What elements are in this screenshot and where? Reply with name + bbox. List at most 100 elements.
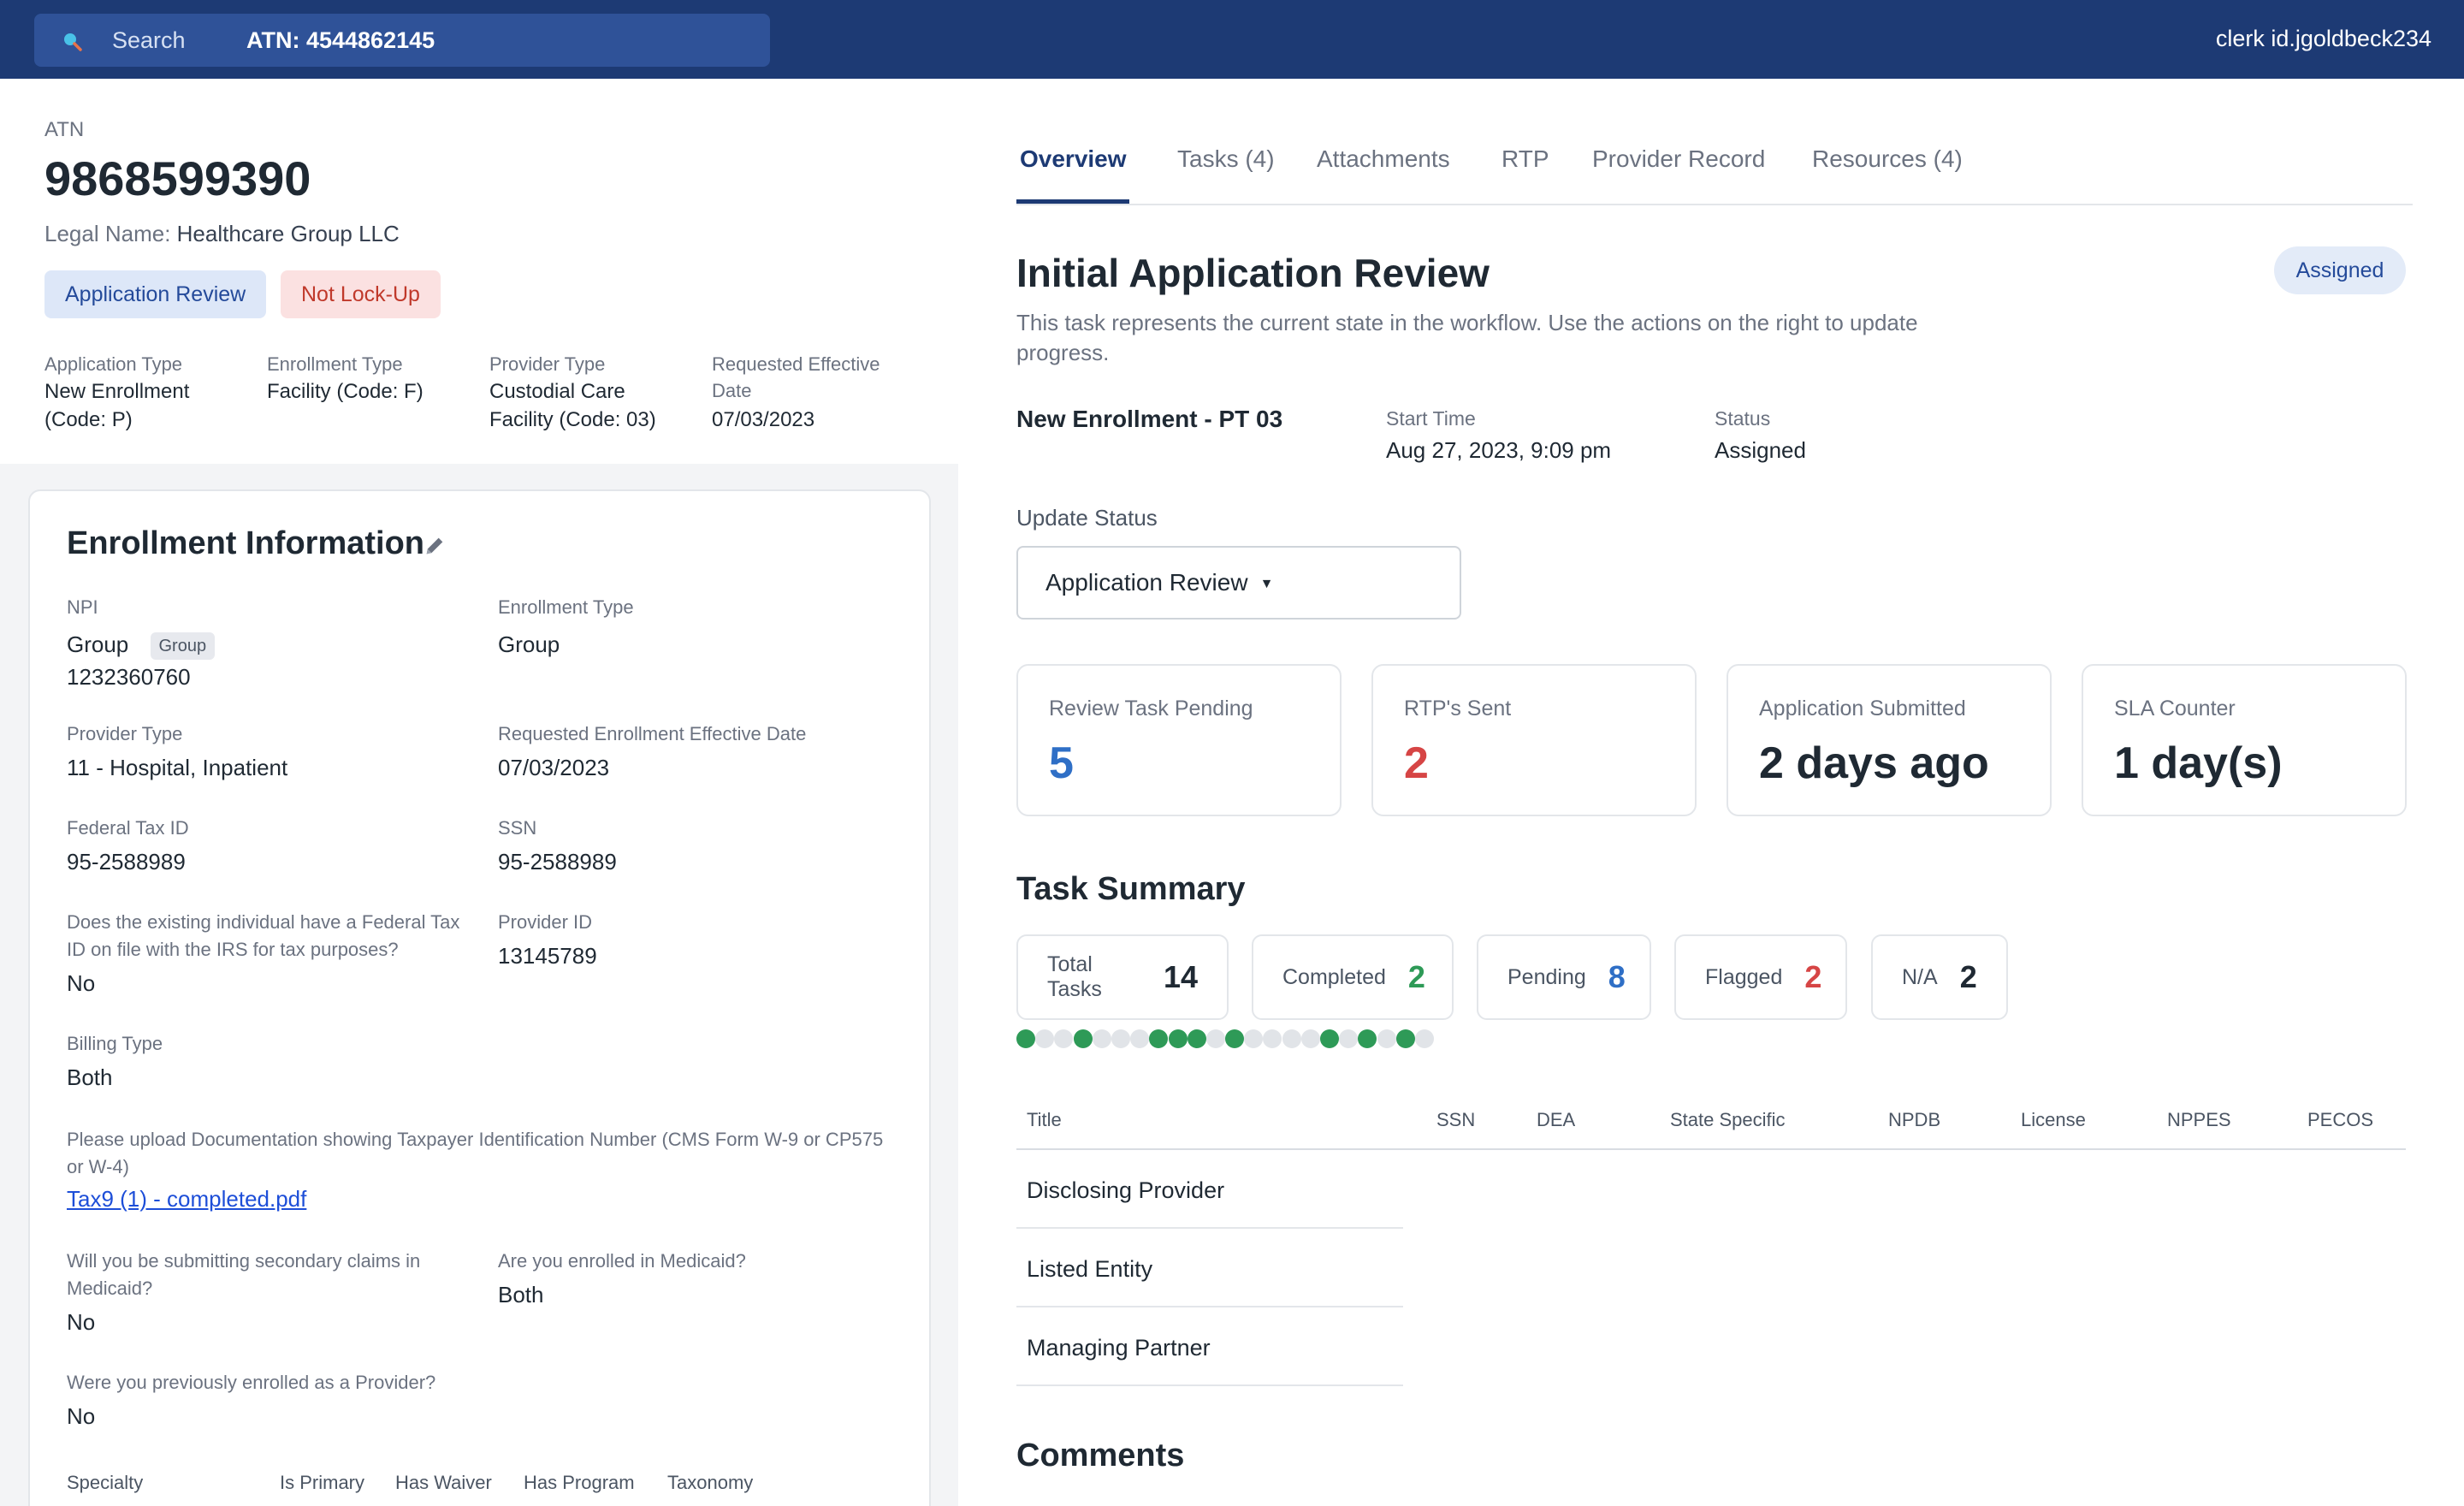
tab-provider-record[interactable]: Provider Record: [1592, 145, 1765, 173]
progress-dot-complete: [1395, 1029, 1415, 1048]
count-na: N/A 2: [1871, 934, 2008, 1020]
stat-value: 1 day(s): [2114, 738, 2283, 788]
progress-dot-pending: [1244, 1029, 1264, 1048]
stat-value: 2 days ago: [1759, 738, 1989, 788]
has-waiver-header: Has Waiver: [395, 1472, 492, 1493]
field-label: Requested Enrollment Effective Date: [498, 723, 807, 744]
tab-overview[interactable]: Overview: [1020, 145, 1127, 173]
table-row[interactable]: Managing Partner: [1027, 1335, 1211, 1361]
field-value: Group: [498, 631, 560, 657]
count-label: Pending: [1507, 964, 1586, 989]
field-label: Please upload Documentation showing Taxp…: [67, 1129, 884, 1177]
enrollment-information-title: Enrollment Information: [67, 525, 424, 561]
billing-type-field: Billing Type Both: [67, 1030, 477, 1094]
taxonomy-header: Taxonomy: [667, 1472, 754, 1493]
progress-dot-complete: [1149, 1029, 1169, 1048]
update-status-label: Update Status: [1016, 505, 1158, 531]
count-flagged: Flagged 2: [1674, 934, 1847, 1020]
task-progress-dots: [1016, 1029, 1434, 1050]
field-value: 07/03/2023: [712, 408, 815, 431]
table-row[interactable]: Listed Entity: [1027, 1256, 1152, 1283]
field-value: Facility (Code: F): [267, 380, 424, 403]
requested-date-field: Requested Enrollment Effective Date 07/0…: [498, 720, 909, 784]
tab-resources[interactable]: Resources (4): [1812, 145, 1963, 173]
start-time: Start Time Aug 27, 2023, 9:09 pm: [1386, 404, 1611, 467]
count-pending: Pending 8: [1477, 934, 1651, 1020]
is-primary-header: Is Primary: [280, 1472, 364, 1493]
count-value: 2: [1407, 959, 1425, 994]
stat-label: Review Task Pending: [1049, 697, 1253, 720]
top-bar: Search ATN: 4544862145 clerk id.jgoldbec…: [0, 0, 2464, 79]
task-title: Initial Application Review: [1016, 251, 1490, 295]
count-total-tasks: Total Tasks 14: [1016, 934, 1229, 1020]
stat-rtps-sent: RTP's Sent 2: [1371, 664, 1697, 816]
field-label: Provider ID: [498, 911, 593, 933]
enrollment-type-field: Enrollment Type Group: [498, 594, 909, 661]
field-value: Aug 27, 2023, 9:09 pm: [1386, 437, 1612, 463]
progress-dot-complete: [1168, 1029, 1188, 1048]
field-value: Custodial Care Facility (Code: 03): [489, 380, 656, 431]
federal-tax-id-field: Federal Tax ID 95-2588989: [67, 815, 477, 878]
progress-dot-pending: [1054, 1029, 1074, 1048]
progress-dot-pending: [1111, 1029, 1130, 1048]
column-header-ssn: SSN: [1436, 1109, 1476, 1130]
user-id[interactable]: clerk id.jgoldbeck234: [2216, 26, 2431, 52]
irs-tax-id-field: Does the existing individual have a Fede…: [67, 909, 469, 999]
task-summary-title: Task Summary: [1016, 871, 1246, 907]
count-label: N/A: [1902, 964, 1938, 989]
tin-upload-field: Please upload Documentation showing Taxp…: [67, 1126, 888, 1213]
npi-name: Group: [67, 631, 129, 657]
progress-dot-pending: [1205, 1029, 1225, 1048]
enrollment-name: New Enrollment - PT 03: [1016, 406, 1283, 432]
progress-dot-complete: [1225, 1029, 1245, 1048]
tab-rtp[interactable]: RTP: [1502, 145, 1549, 173]
active-tab-indicator: [1016, 199, 1129, 204]
task-status: Status Assigned: [1715, 404, 1806, 467]
medicaid-enrolled-field: Are you enrolled in Medicaid? Both: [498, 1248, 909, 1311]
progress-dot-pending: [1035, 1029, 1055, 1048]
provider-type-field: Provider Type 11 - Hospital, Inpatient: [67, 720, 477, 784]
field-value: 11 - Hospital, Inpatient: [67, 755, 288, 780]
progress-dot-complete: [1073, 1029, 1093, 1048]
field-value: No: [67, 1309, 96, 1335]
search-input[interactable]: ATN: 4544862145: [246, 27, 435, 54]
update-status-select[interactable]: Application Review ▼: [1016, 546, 1461, 620]
table-row[interactable]: Disclosing Provider: [1027, 1177, 1224, 1204]
stat-review-task-pending: Review Task Pending 5: [1016, 664, 1342, 816]
field-label: Requested Effective Date: [712, 353, 880, 401]
field-label: Provider Type: [67, 723, 183, 744]
progress-dot-pending: [1339, 1029, 1359, 1048]
field-label: Provider Type: [489, 353, 606, 375]
count-label: Flagged: [1705, 964, 1783, 989]
field-label: Are you enrolled in Medicaid?: [498, 1250, 746, 1272]
progress-dot-pending: [1282, 1029, 1301, 1048]
legal-name-label: Legal Name:: [44, 221, 171, 246]
field-value: Both: [498, 1282, 544, 1307]
task-description: This task represents the current state i…: [1016, 310, 1918, 365]
status-badge-not-lock-up: Not Lock-Up: [281, 270, 441, 318]
progress-dot-pending: [1414, 1029, 1434, 1048]
field-value: No: [67, 1403, 96, 1429]
stat-application-submitted: Application Submitted 2 days ago: [1727, 664, 2052, 816]
legal-name-value: Healthcare Group LLC: [176, 221, 400, 246]
tin-document-link[interactable]: Tax9 (1) - completed.pdf: [67, 1186, 306, 1212]
field-value: 95-2588989: [498, 849, 617, 875]
count-value: 2: [1804, 959, 1822, 994]
tab-attachments[interactable]: Attachments: [1317, 145, 1450, 173]
progress-dot-pending: [1130, 1029, 1150, 1048]
tab-tasks[interactable]: Tasks (4): [1177, 145, 1275, 173]
atn-number: 9868599390: [44, 151, 311, 205]
column-header-nppes: NPPES: [2167, 1109, 2231, 1130]
pencil-icon[interactable]: [423, 534, 447, 558]
selected-status: Application Review: [1045, 569, 1248, 596]
progress-dot-pending: [1377, 1029, 1396, 1048]
status-badge: Assigned: [2274, 246, 2406, 294]
search-box[interactable]: Search ATN: 4544862145: [34, 14, 770, 67]
count-value: 14: [1163, 959, 1198, 994]
count-completed: Completed 2: [1252, 934, 1454, 1020]
chevron-down-icon: ▼: [1259, 576, 1274, 591]
legal-name: Legal Name: Healthcare Group LLC: [44, 221, 400, 247]
count-value: 2: [1959, 959, 1977, 994]
count-label: Total Tasks: [1047, 952, 1102, 1001]
status-badge-application-review: Application Review: [44, 270, 267, 318]
